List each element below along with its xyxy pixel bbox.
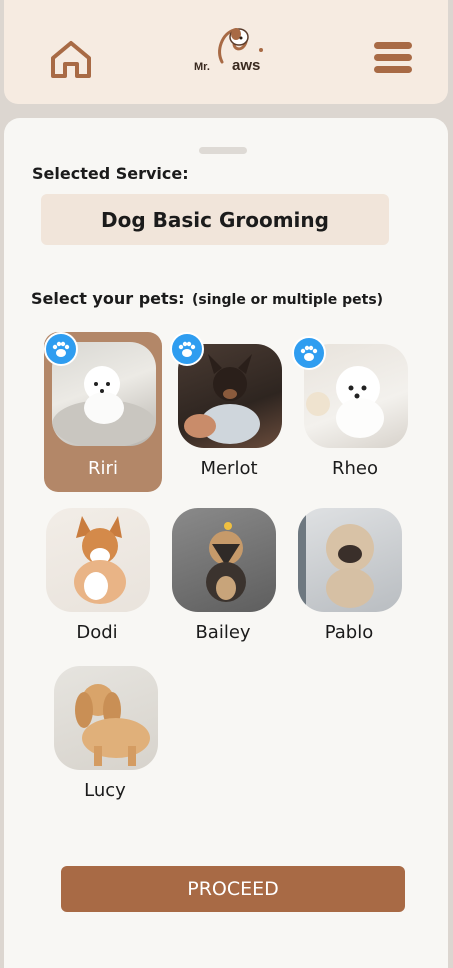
- paw-badge-icon: [292, 336, 326, 370]
- pet-card-lucy[interactable]: Lucy: [46, 656, 164, 816]
- paw-badge-icon: [44, 332, 78, 366]
- pet-name: Riri: [88, 458, 118, 479]
- home-icon[interactable]: [48, 38, 94, 80]
- pet-name: Bailey: [195, 622, 251, 643]
- select-pets-label: Select your pets:: [31, 289, 185, 308]
- pet-photo: [172, 508, 276, 612]
- mr-paws-logo: Mr. aws: [192, 24, 270, 78]
- selected-service-box: Dog Basic Grooming: [41, 194, 389, 245]
- pet-name: Rheo: [331, 458, 378, 479]
- pet-name: Dodi: [76, 622, 118, 643]
- logo-text-left: Mr.: [194, 61, 210, 73]
- logo-text-right: aws: [232, 57, 260, 74]
- pet-name: Merlot: [200, 458, 258, 479]
- top-bar: Mr. aws: [4, 0, 448, 104]
- pet-name: Pablo: [324, 622, 374, 643]
- pet-card-bailey[interactable]: Bailey: [164, 498, 282, 658]
- pet-photo: [46, 508, 150, 612]
- select-pets-hint: (single or multiple pets): [192, 292, 384, 308]
- bottom-sheet: Selected Service: Dog Basic Grooming Sel…: [4, 118, 448, 968]
- pet-card-dodi[interactable]: Dodi: [38, 498, 156, 658]
- pet-name: Lucy: [84, 780, 126, 801]
- pet-photo: [298, 508, 402, 612]
- selected-service-label: Selected Service:: [32, 164, 189, 183]
- sheet-handle[interactable]: [199, 147, 247, 154]
- hamburger-menu-icon[interactable]: [374, 42, 412, 74]
- paw-badge-icon: [170, 332, 204, 366]
- pet-card-pablo[interactable]: Pablo: [290, 498, 408, 658]
- proceed-button[interactable]: PROCEED: [61, 866, 405, 912]
- pet-photo: [54, 666, 158, 770]
